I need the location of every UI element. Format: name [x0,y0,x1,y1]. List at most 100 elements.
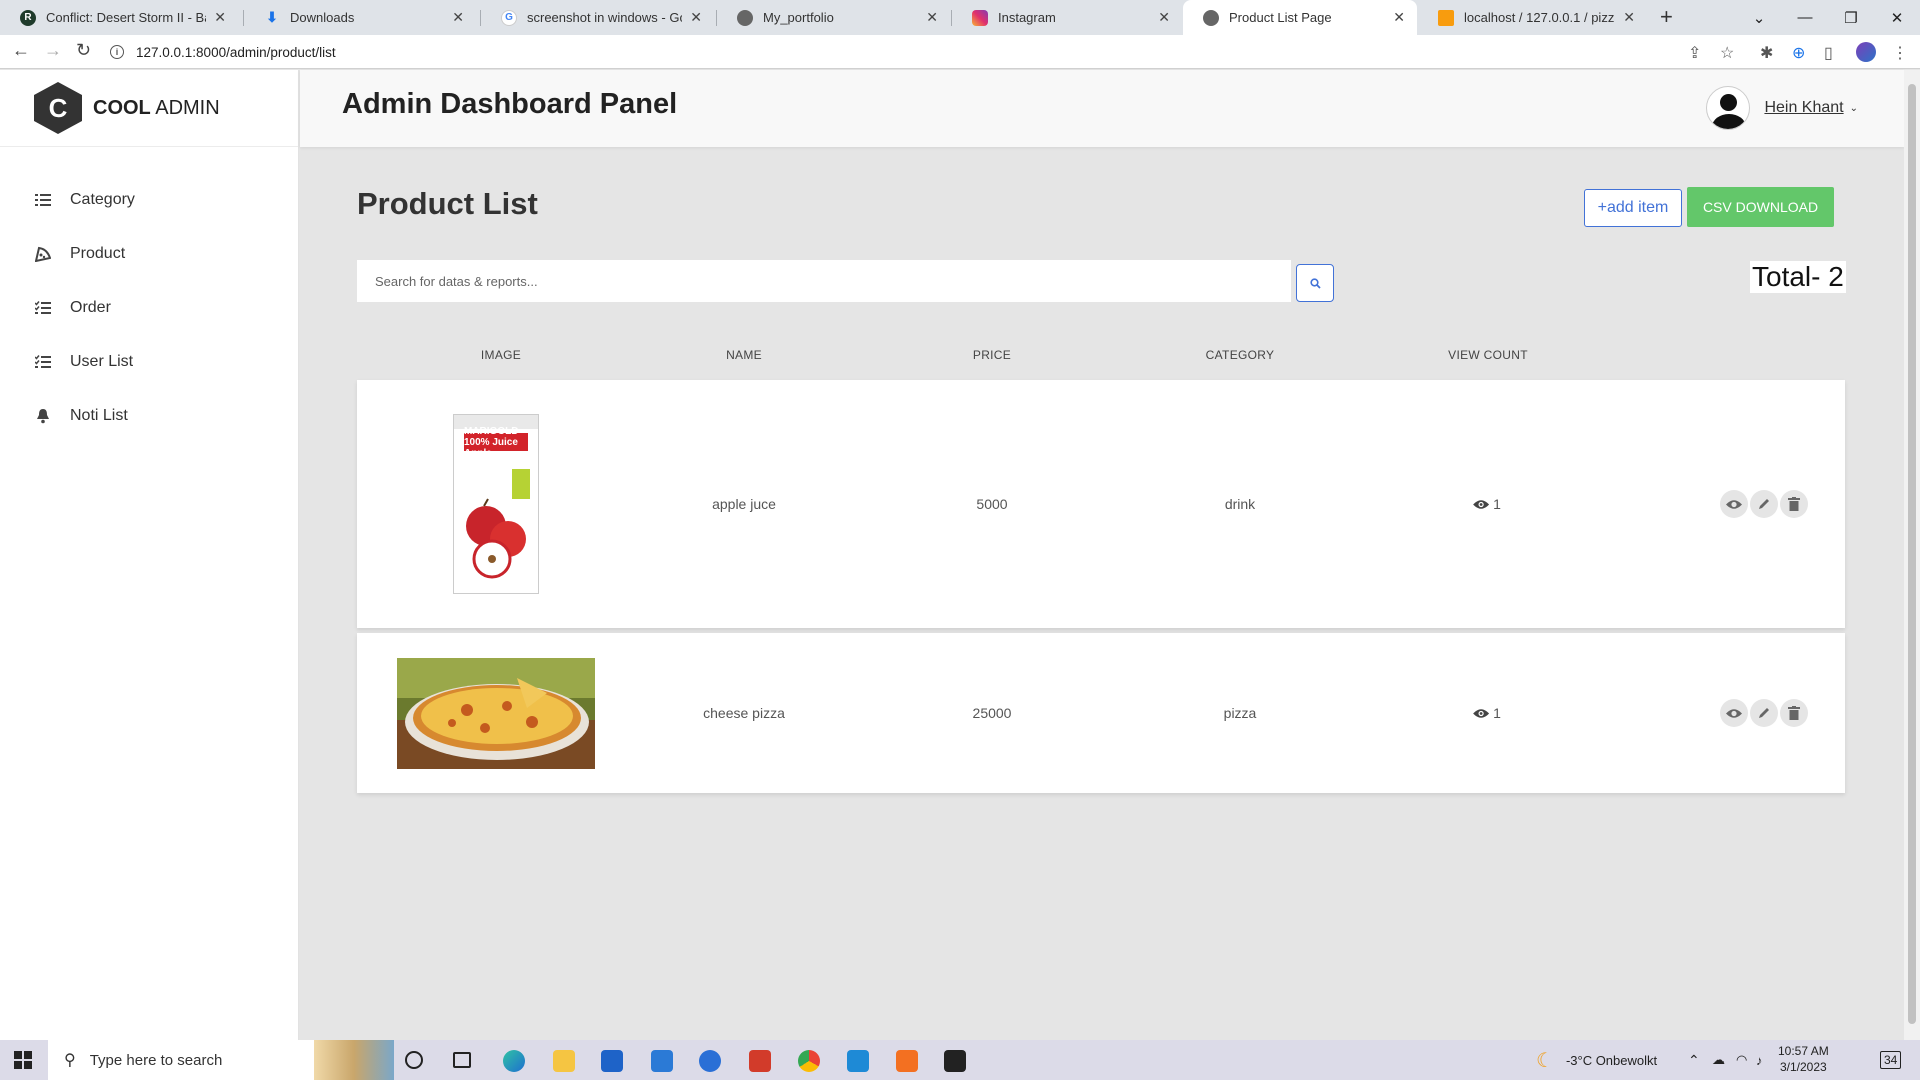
pizza-icon [34,246,52,262]
browser-tab[interactable]: R Conflict: Desert Storm II - Back t ✕ [0,0,238,35]
sidebar-item-product[interactable]: Product [0,227,298,281]
windows-start-icon[interactable] [14,1051,32,1074]
sidebar-item-label: Noti List [70,407,128,424]
row-actions [1720,699,1810,727]
google-icon: G [501,9,517,26]
sidebar-item-category[interactable]: Category [0,173,298,227]
tab-search-icon[interactable]: ⌄ [1736,0,1782,35]
close-tab-icon[interactable]: ✕ [1158,9,1170,26]
forward-icon[interactable]: → [44,40,62,61]
notification-center-icon[interactable]: 34 [1880,1040,1902,1080]
close-tab-icon[interactable]: ✕ [452,9,464,26]
extensions-icon[interactable]: ✱ [1760,43,1773,63]
reload-icon[interactable]: ↻ [76,40,91,61]
chrome-menu-icon[interactable]: ⋮ [1892,43,1908,63]
product-view-count: 1 [1473,496,1501,512]
column-header-category: CATEGORY [1205,348,1275,362]
settings-icon[interactable] [699,1050,721,1072]
pencil-icon [1759,499,1769,509]
browser-tab[interactable]: G screenshot in windows - Google ✕ [481,0,714,35]
avatar[interactable] [1706,86,1751,130]
app-logo[interactable]: C COOL ADMIN [0,70,298,147]
sidebar-item-noti-list[interactable]: Noti List [0,389,298,443]
delete-button[interactable] [1780,490,1808,518]
search-button[interactable] [1296,264,1334,302]
pencil-icon [1759,708,1769,718]
vscode-icon[interactable] [847,1050,869,1072]
minimize-button[interactable]: — [1782,0,1828,35]
top-header: Admin Dashboard Panel Hein Khant ⌄ [300,70,1904,147]
edit-button[interactable] [1750,699,1778,727]
product-list-title: Product List [357,186,538,221]
restore-button[interactable]: ❐ [1828,0,1874,35]
download-status-icon[interactable]: ⊕ [1792,43,1805,63]
product-price: 25000 [972,705,1012,721]
file-explorer-icon[interactable] [553,1050,575,1072]
game-icon[interactable] [749,1050,771,1072]
view-button[interactable] [1720,490,1748,518]
new-tab-button[interactable]: + [1660,4,1673,30]
download-icon: ⬇ [266,9,278,25]
close-tab-icon[interactable]: ✕ [690,9,702,26]
chevron-up-icon[interactable]: ⌃ [1688,1040,1700,1080]
bell-icon [34,408,52,424]
add-item-button[interactable]: +add item [1584,189,1682,227]
close-tab-icon[interactable]: ✕ [1623,9,1635,26]
sidebar-item-order[interactable]: Order [0,281,298,335]
wifi-icon[interactable]: ◠ [1736,1040,1747,1080]
share-icon[interactable]: ⇪ [1688,43,1701,63]
mail-icon[interactable] [651,1050,673,1072]
page-title: Admin Dashboard Panel [342,88,678,120]
store-icon[interactable] [601,1050,623,1072]
user-menu[interactable]: Hein Khant ⌄ [1706,86,1858,130]
sidebar-item-label: Order [70,299,111,316]
close-window-button[interactable]: ✕ [1874,0,1920,35]
sidebar-nav: Category Product Order User List Noti Li… [0,173,298,443]
phpmyadmin-icon [1438,9,1454,26]
system-clock[interactable]: 10:57 AM 3/1/2023 [1778,1043,1829,1075]
volume-icon[interactable]: ♪ [1756,1040,1763,1080]
close-tab-icon[interactable]: ✕ [926,9,938,26]
profile-avatar-icon[interactable] [1856,42,1876,62]
eye-icon [1473,499,1490,510]
terminal-icon[interactable] [944,1050,966,1072]
user-name-link[interactable]: Hein Khant [1764,99,1843,117]
browser-tab[interactable]: ⬇ Downloads ✕ [244,0,476,35]
view-button[interactable] [1720,699,1748,727]
cortana-icon[interactable] [405,1051,423,1069]
logo-hexagon-icon: C [34,82,82,134]
instagram-icon [972,9,988,26]
taskbar-search-field[interactable]: ⚲ Type here to search [48,1040,394,1080]
side-panel-icon[interactable]: ▯ [1824,43,1833,63]
url-field[interactable]: i 127.0.0.1:8000/admin/product/list [110,40,336,64]
delete-button[interactable] [1780,699,1808,727]
browser-tab[interactable]: My_portfolio ✕ [717,0,950,35]
browser-tab[interactable]: localhost / 127.0.0.1 / pizza_ord ✕ [1418,0,1647,35]
column-header-view-count: VIEW COUNT [1448,348,1528,362]
scrollbar-thumb[interactable] [1908,84,1916,1024]
product-category: pizza [1223,705,1257,721]
back-icon[interactable]: ← [12,40,30,61]
site-info-icon[interactable]: i [110,45,124,59]
network-icon[interactable]: ☁ [1712,1040,1725,1080]
browser-tab-active[interactable]: Product List Page ✕ [1183,0,1417,35]
browser-tab[interactable]: Instagram ✕ [952,0,1182,35]
sidebar-item-user-list[interactable]: User List [0,335,298,389]
close-tab-icon[interactable]: ✕ [214,9,226,26]
close-tab-icon[interactable]: ✕ [1393,9,1405,26]
eye-icon [1726,708,1742,718]
chrome-icon[interactable] [798,1050,820,1072]
edit-button[interactable] [1750,490,1778,518]
page-scrollbar[interactable] [1904,70,1920,1040]
edge-icon[interactable] [503,1050,525,1072]
column-header-name: NAME [726,348,762,362]
cheese-pizza-image [397,658,595,769]
sidebar: C COOL ADMIN Category Product Order User… [0,70,299,1040]
csv-download-button[interactable]: CSV DOWNLOAD [1687,187,1834,227]
weather-widget[interactable]: ☾ -3°C Onbewolkt [1536,1040,1657,1080]
search-input[interactable] [357,260,1291,302]
task-view-icon[interactable] [453,1052,471,1068]
xampp-icon[interactable] [896,1050,918,1072]
chevron-down-icon[interactable]: ⌄ [1850,103,1858,114]
bookmark-star-icon[interactable]: ☆ [1720,43,1734,63]
